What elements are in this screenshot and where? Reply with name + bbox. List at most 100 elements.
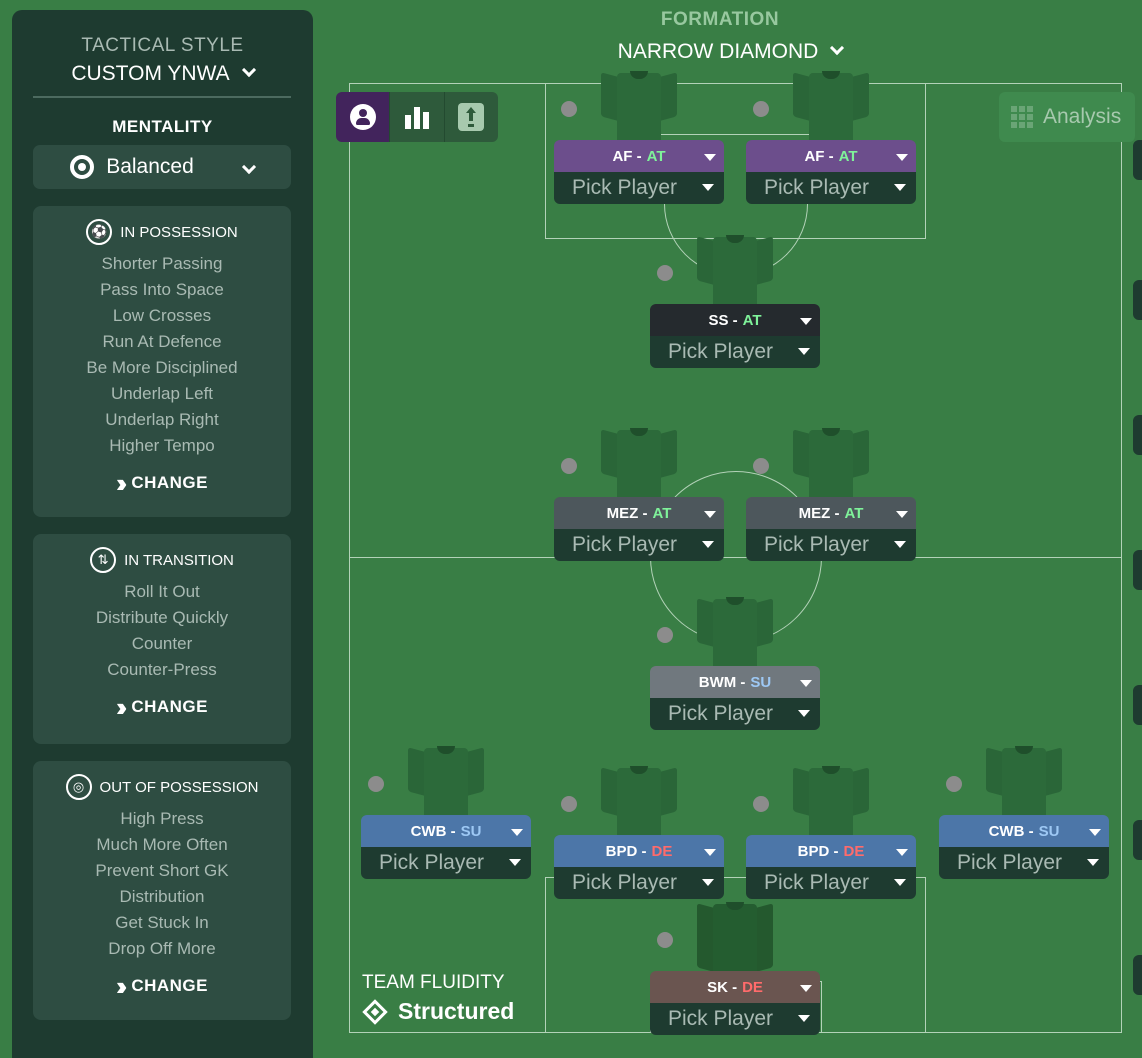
- analysis-button[interactable]: Analysis: [999, 92, 1135, 142]
- stats-view-button[interactable]: [389, 92, 444, 142]
- role-selector[interactable]: AF - AT: [746, 140, 916, 172]
- in-transition-header: ⇅ IN TRANSITION: [33, 547, 291, 573]
- shirt-icon: [697, 231, 773, 307]
- caret-down-icon: [1089, 829, 1101, 836]
- position-card-ss[interactable]: SS - AT Pick Player: [650, 304, 820, 368]
- duty-label: SU: [460, 822, 482, 840]
- list-item: Underlap Right: [105, 410, 219, 429]
- list-item: High Press: [120, 809, 204, 828]
- player-instructions-dot[interactable]: [561, 458, 577, 474]
- pick-player-dropdown[interactable]: Pick Player: [650, 698, 820, 730]
- list-item: Drop Off More: [108, 939, 216, 958]
- role-selector[interactable]: BPD - DE: [554, 835, 724, 867]
- in-possession-header: ⚽ IN POSSESSION: [33, 219, 291, 245]
- side-tab[interactable]: [1133, 820, 1142, 860]
- caret-down-icon: [798, 348, 810, 355]
- role-name: AF: [612, 147, 633, 165]
- in-possession-list: Shorter Passing Pass Into Space Low Cros…: [33, 251, 291, 459]
- mentality-icon: [70, 155, 95, 179]
- caret-down-icon: [800, 985, 812, 992]
- fluidity-diamond-icon: [362, 998, 388, 1025]
- in-possession-change-button[interactable]: ›› CHANGE: [33, 470, 291, 496]
- out-of-possession-title: OUT OF POSSESSION: [99, 778, 259, 796]
- shirt-icon: [601, 762, 677, 838]
- role-selector[interactable]: CWB - SU: [939, 815, 1109, 847]
- caret-down-icon: [702, 184, 714, 191]
- side-tab[interactable]: [1133, 280, 1142, 320]
- role-selector[interactable]: BWM - SU: [650, 666, 820, 698]
- out-of-possession-list: High Press Much More Often Prevent Short…: [33, 806, 291, 962]
- side-tab[interactable]: [1133, 685, 1142, 725]
- out-of-possession-change-button[interactable]: ›› CHANGE: [33, 973, 291, 999]
- role-selector[interactable]: SS - AT: [650, 304, 820, 336]
- side-tab[interactable]: [1133, 415, 1142, 455]
- role-selector[interactable]: AF - AT: [554, 140, 724, 172]
- position-card-af-right[interactable]: AF - AT Pick Player: [746, 140, 916, 204]
- formation-label: FORMATION: [660, 9, 780, 30]
- view-toggle: [336, 92, 498, 142]
- duty-label: DE: [742, 978, 763, 996]
- player-instructions-dot[interactable]: [657, 932, 673, 948]
- player-instructions-dot[interactable]: [753, 101, 769, 117]
- pick-player-dropdown[interactable]: Pick Player: [939, 847, 1109, 879]
- pick-player-dropdown[interactable]: Pick Player: [554, 172, 724, 204]
- position-card-sk[interactable]: SK - DE Pick Player: [650, 971, 820, 1035]
- position-card-cwb-right[interactable]: CWB - SU Pick Player: [939, 815, 1109, 879]
- player-instructions-dot[interactable]: [561, 101, 577, 117]
- pick-player-dropdown[interactable]: Pick Player: [554, 867, 724, 899]
- formation-dropdown[interactable]: NARROW DIAMOND: [595, 40, 865, 64]
- team-fluidity-value[interactable]: Structured: [362, 998, 514, 1025]
- chevron-down-icon: [830, 40, 845, 56]
- player-instructions-dot[interactable]: [657, 265, 673, 281]
- role-selector[interactable]: BPD - DE: [746, 835, 916, 867]
- caret-down-icon: [894, 184, 906, 191]
- position-card-bpd-right[interactable]: BPD - DE Pick Player: [746, 835, 916, 899]
- pick-player-dropdown[interactable]: Pick Player: [361, 847, 531, 879]
- position-card-af-left[interactable]: AF - AT Pick Player: [554, 140, 724, 204]
- position-card-mez-left[interactable]: MEZ - AT Pick Player: [554, 497, 724, 561]
- tactical-style-dropdown[interactable]: CUSTOM YNWA: [12, 62, 313, 86]
- role-name: SK: [707, 978, 728, 996]
- player-instructions-dot[interactable]: [753, 458, 769, 474]
- role-selector[interactable]: MEZ - AT: [554, 497, 724, 529]
- side-tab[interactable]: [1133, 140, 1142, 180]
- caret-down-icon: [894, 879, 906, 886]
- shirt-icon: [601, 67, 677, 143]
- position-card-cwb-left[interactable]: CWB - SU Pick Player: [361, 815, 531, 879]
- player-instructions-dot[interactable]: [753, 796, 769, 812]
- pick-player-dropdown[interactable]: Pick Player: [746, 867, 916, 899]
- pick-player-dropdown[interactable]: Pick Player: [650, 1003, 820, 1035]
- caret-down-icon: [704, 511, 716, 518]
- list-item: Counter-Press: [107, 660, 217, 679]
- list-item: Distribute Quickly: [95, 608, 229, 627]
- player-instructions-dot[interactable]: [561, 796, 577, 812]
- role-name: CWB: [410, 822, 447, 840]
- player-view-button[interactable]: [336, 92, 390, 142]
- caret-down-icon: [800, 680, 812, 687]
- side-tab[interactable]: [1133, 955, 1142, 995]
- shirt-icon: [793, 67, 869, 143]
- player-instructions-dot[interactable]: [657, 627, 673, 643]
- position-card-bwm[interactable]: BWM - SU Pick Player: [650, 666, 820, 730]
- export-view-button[interactable]: [443, 92, 498, 142]
- in-transition-title: IN TRANSITION: [124, 551, 234, 569]
- role-selector[interactable]: MEZ - AT: [746, 497, 916, 529]
- side-tab[interactable]: [1133, 550, 1142, 590]
- player-instructions-dot[interactable]: [368, 776, 384, 792]
- caret-down-icon: [896, 849, 908, 856]
- role-selector[interactable]: CWB - SU: [361, 815, 531, 847]
- position-card-bpd-left[interactable]: BPD - DE Pick Player: [554, 835, 724, 899]
- role-selector[interactable]: SK - DE: [650, 971, 820, 1003]
- caret-down-icon: [894, 541, 906, 548]
- mentality-dropdown[interactable]: Balanced: [33, 145, 291, 189]
- pick-player-dropdown[interactable]: Pick Player: [746, 529, 916, 561]
- duty-label: SU: [750, 673, 772, 691]
- in-transition-change-button[interactable]: ›› CHANGE: [33, 694, 291, 720]
- duty-label: AT: [742, 311, 762, 329]
- pick-player-dropdown[interactable]: Pick Player: [650, 336, 820, 368]
- chevron-down-icon: [241, 159, 256, 175]
- pick-player-dropdown[interactable]: Pick Player: [746, 172, 916, 204]
- position-card-mez-right[interactable]: MEZ - AT Pick Player: [746, 497, 916, 561]
- pick-player-dropdown[interactable]: Pick Player: [554, 529, 724, 561]
- player-instructions-dot[interactable]: [946, 776, 962, 792]
